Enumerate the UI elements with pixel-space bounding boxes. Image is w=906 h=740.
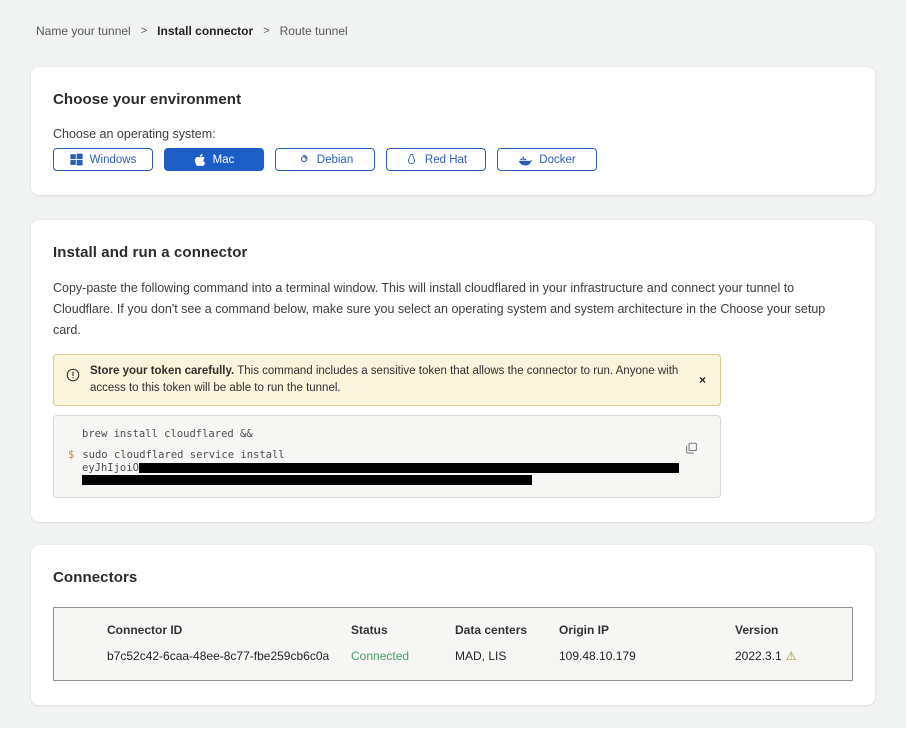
shell-prompt: $ xyxy=(68,449,74,461)
breadcrumb-separator: > xyxy=(263,25,269,37)
os-button-label: Mac xyxy=(213,154,235,166)
os-button-redhat[interactable]: Red Hat xyxy=(386,148,486,171)
os-button-label: Red Hat xyxy=(425,154,467,166)
os-button-group: Windows Mac Debian Red Hat xyxy=(53,148,853,171)
os-button-label: Windows xyxy=(90,154,137,166)
col-header-origin-ip: Origin IP xyxy=(559,623,735,637)
connector-data-centers-value: MAD, LIS xyxy=(455,649,559,663)
version-number: 2022.3.1 xyxy=(735,649,782,663)
connector-version-value: 2022.3.1 ⚠ xyxy=(735,649,852,663)
info-circle-icon xyxy=(66,368,80,387)
environment-card-title: Choose your environment xyxy=(53,91,853,108)
redacted-token-bar xyxy=(82,475,532,485)
redhat-logo-icon xyxy=(405,153,418,166)
col-header-status: Status xyxy=(351,623,455,637)
copy-icon[interactable] xyxy=(685,442,698,458)
close-icon[interactable]: × xyxy=(697,372,708,388)
page-background: Name your tunnel > Install connector > R… xyxy=(0,0,906,728)
docker-logo-icon xyxy=(518,154,532,166)
code-line-sudo: sudo cloudflared service install xyxy=(82,449,284,461)
os-button-debian[interactable]: Debian xyxy=(275,148,375,171)
install-card-description: Copy-paste the following command into a … xyxy=(53,278,853,341)
os-button-mac[interactable]: Mac xyxy=(164,148,264,171)
environment-card: Choose your environment Choose an operat… xyxy=(31,67,875,195)
col-header-version: Version xyxy=(735,623,852,637)
connector-id-value: b7c52c42-6caa-48ee-8c77-fbe259cb6c0a xyxy=(107,649,351,663)
windows-logo-icon xyxy=(70,153,83,166)
connectors-card: Connectors Connector ID Status Data cent… xyxy=(31,545,875,705)
version-warning-icon: ⚠ xyxy=(786,649,797,663)
os-button-docker[interactable]: Docker xyxy=(497,148,597,171)
apple-logo-icon xyxy=(194,153,206,167)
install-command-codeblock[interactable]: brew install cloudflared && $ sudo cloud… xyxy=(53,415,721,498)
col-header-connector-id: Connector ID xyxy=(107,623,351,637)
breadcrumb: Name your tunnel > Install connector > R… xyxy=(0,0,906,38)
redacted-token-bar xyxy=(139,463,679,473)
connectors-table: Connector ID Status Data centers Origin … xyxy=(53,607,853,681)
breadcrumb-name-your-tunnel[interactable]: Name your tunnel xyxy=(36,24,131,38)
os-button-label: Docker xyxy=(539,154,575,166)
os-select-label: Choose an operating system: xyxy=(53,127,853,141)
breadcrumb-route-tunnel[interactable]: Route tunnel xyxy=(280,24,348,38)
debian-logo-icon xyxy=(297,153,310,166)
install-connector-card: Install and run a connector Copy-paste t… xyxy=(31,220,875,522)
code-line-brew: brew install cloudflared && xyxy=(68,428,706,440)
os-button-windows[interactable]: Windows xyxy=(53,148,153,171)
token-warning-text: Store your token carefully. This command… xyxy=(90,363,687,397)
breadcrumb-install-connector[interactable]: Install connector xyxy=(157,24,253,38)
token-warning-title: Store your token carefully. xyxy=(90,365,234,377)
connector-status-value: Connected xyxy=(351,649,455,663)
install-card-title: Install and run a connector xyxy=(53,244,853,261)
col-header-data-centers: Data centers xyxy=(455,623,559,637)
connector-origin-ip-value: 109.48.10.179 xyxy=(559,649,735,663)
os-button-label: Debian xyxy=(317,154,353,166)
breadcrumb-separator: > xyxy=(141,25,147,37)
connectors-card-title: Connectors xyxy=(53,569,853,586)
token-warning-banner: Store your token carefully. This command… xyxy=(53,354,721,406)
token-prefix: eyJhIjoiO xyxy=(82,462,139,474)
